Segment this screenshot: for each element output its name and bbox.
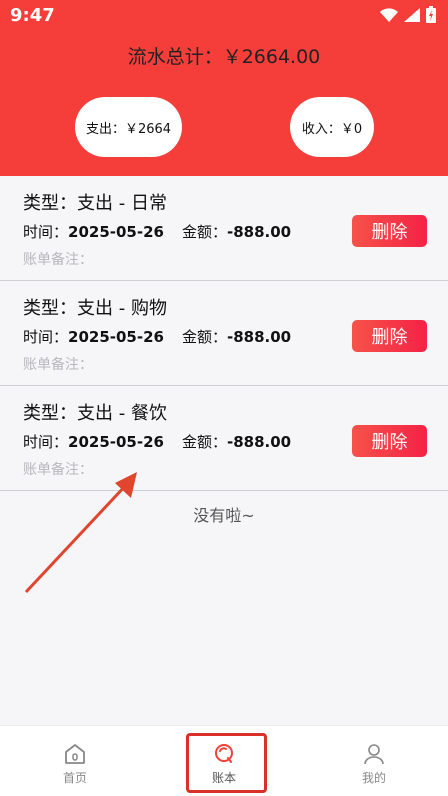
- income-summary-pill: 收入：￥0: [290, 97, 374, 157]
- user-icon: [364, 744, 384, 765]
- tab-label: 我的: [361, 771, 386, 785]
- record-meta: 时间：2025-05-26 金额：-888.00: [23, 221, 291, 242]
- record-amount: -888.00: [226, 433, 292, 451]
- home-icon: [65, 744, 85, 764]
- record-date: 2025-05-26: [68, 223, 164, 241]
- annotation-highlight-box: [186, 733, 267, 793]
- tab-home[interactable]: 首页: [25, 726, 125, 796]
- time-label: 时间：: [23, 433, 69, 451]
- record-amount: -888.00: [226, 223, 292, 241]
- record-type: 类型：支出 - 日常: [23, 193, 167, 214]
- record-type: 类型：支出 - 购物: [23, 298, 167, 319]
- record-date: 2025-05-26: [68, 433, 164, 451]
- delete-button[interactable]: 删除: [352, 215, 427, 247]
- record-date: 2025-05-26: [68, 328, 164, 346]
- amount-label: 金额：: [181, 328, 227, 346]
- record-item: 类型：支出 - 日常 时间：2025-05-26 金额：-888.00 账单备注：…: [0, 176, 448, 281]
- wifi-icon: [380, 7, 398, 22]
- signal-icon: [404, 7, 420, 22]
- delete-button[interactable]: 删除: [352, 320, 427, 352]
- amount-label: 金额：: [181, 223, 227, 241]
- tab-label: 首页: [62, 771, 87, 785]
- time-label: 时间：: [23, 223, 69, 241]
- record-amount: -888.00: [226, 328, 292, 346]
- record-note: 账单备注：: [23, 357, 93, 373]
- expense-summary-pill: 支出：￥2664: [75, 97, 182, 157]
- record-meta: 时间：2025-05-26 金额：-888.00: [23, 326, 291, 347]
- record-item: 类型：支出 - 餐饮 时间：2025-05-26 金额：-888.00 账单备注：…: [0, 386, 448, 491]
- battery-icon: [426, 6, 436, 23]
- summary-header: 9:47 流水总计：￥2664.00 支出：￥2664 收入：￥0: [0, 0, 448, 176]
- record-meta: 时间：2025-05-26 金额：-888.00: [23, 431, 291, 452]
- total-flow: 流水总计：￥2664.00: [127, 46, 321, 68]
- record-note: 账单备注：: [23, 462, 93, 478]
- income-summary-text: 收入：￥0: [301, 121, 363, 137]
- tab-mine[interactable]: 我的: [324, 726, 424, 796]
- amount-label: 金额：: [181, 433, 227, 451]
- record-list: 类型：支出 - 日常 时间：2025-05-26 金额：-888.00 账单备注：…: [0, 176, 448, 491]
- record-item: 类型：支出 - 购物 时间：2025-05-26 金额：-888.00 账单备注：…: [0, 281, 448, 386]
- list-end-text: 没有啦~: [193, 506, 255, 525]
- status-icons: [380, 6, 436, 23]
- time-label: 时间：: [23, 328, 69, 346]
- record-type: 类型：支出 - 餐饮: [23, 403, 167, 424]
- delete-button[interactable]: 删除: [352, 425, 427, 457]
- record-note: 账单备注：: [23, 252, 93, 268]
- status-time: 9:47: [10, 5, 55, 26]
- expense-summary-text: 支出：￥2664: [85, 121, 172, 137]
